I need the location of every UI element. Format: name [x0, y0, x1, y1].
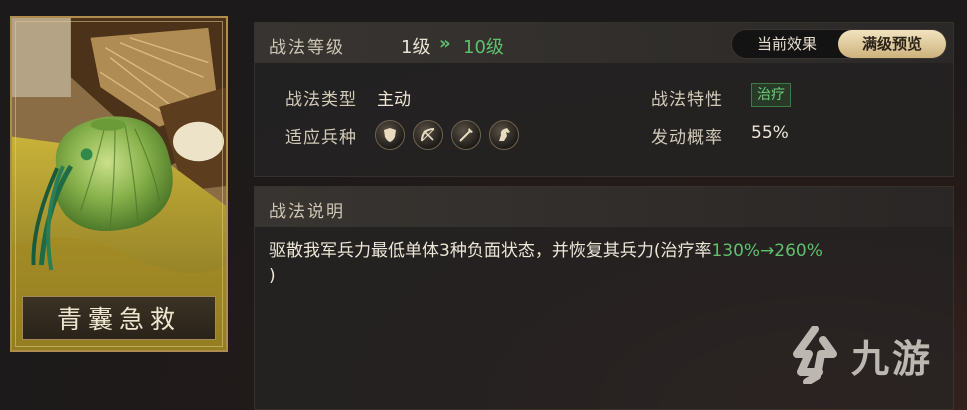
level-label: 战法等级 — [269, 38, 345, 58]
trigger-chance-label: 发动概率 — [651, 128, 723, 148]
watermark-text: 九游 — [850, 336, 933, 381]
full-level-preview-tab[interactable]: 满级预览 — [838, 30, 946, 58]
card-title-bar: 青囊急救 — [22, 296, 216, 340]
tactic-card: 青囊急救 — [10, 16, 228, 352]
tactic-trait-label: 战法特性 — [651, 90, 723, 110]
heal-rate-value: 130%→260% — [711, 241, 823, 261]
tactic-type-value: 主动 — [377, 90, 411, 110]
description-header: 战法说明 — [255, 187, 953, 227]
level-header: 战法等级 1级 » 10级 当前效果 满级预览 — [255, 23, 953, 63]
tactic-info-panel: 战法等级 1级 » 10级 当前效果 满级预览 战法类型 主动 战法特性 治疗 … — [254, 22, 954, 177]
nine-game-logo-icon — [792, 326, 837, 384]
bow-icon — [413, 120, 443, 150]
tactic-type-label: 战法类型 — [285, 90, 357, 110]
card-title: 青囊急救 — [56, 305, 181, 334]
description-text: 驱散我军兵力最低单体3种负面状态，并恢复其兵力(治疗率130%→260%) — [269, 239, 945, 289]
horse-icon — [489, 120, 519, 150]
watermark: 九游 — [787, 326, 933, 384]
description-title: 战法说明 — [269, 202, 345, 222]
shield-icon — [375, 120, 405, 150]
level-max: 10级 — [463, 37, 504, 58]
level-arrow-icon: » — [439, 33, 450, 54]
current-effect-tab[interactable]: 当前效果 — [742, 30, 832, 58]
spear-icon — [451, 120, 481, 150]
level-current: 1级 — [401, 37, 431, 58]
effect-toggle[interactable]: 当前效果 满级预览 — [731, 29, 947, 59]
description-text-end: ) — [269, 266, 276, 286]
tactic-trait-badge: 治疗 — [751, 83, 791, 107]
troop-type-label: 适应兵种 — [285, 128, 357, 148]
description-text-main: 驱散我军兵力最低单体3种负面状态，并恢复其兵力(治疗率 — [269, 241, 712, 261]
troop-type-icons — [375, 120, 519, 150]
trigger-chance-value: 55% — [751, 123, 789, 143]
